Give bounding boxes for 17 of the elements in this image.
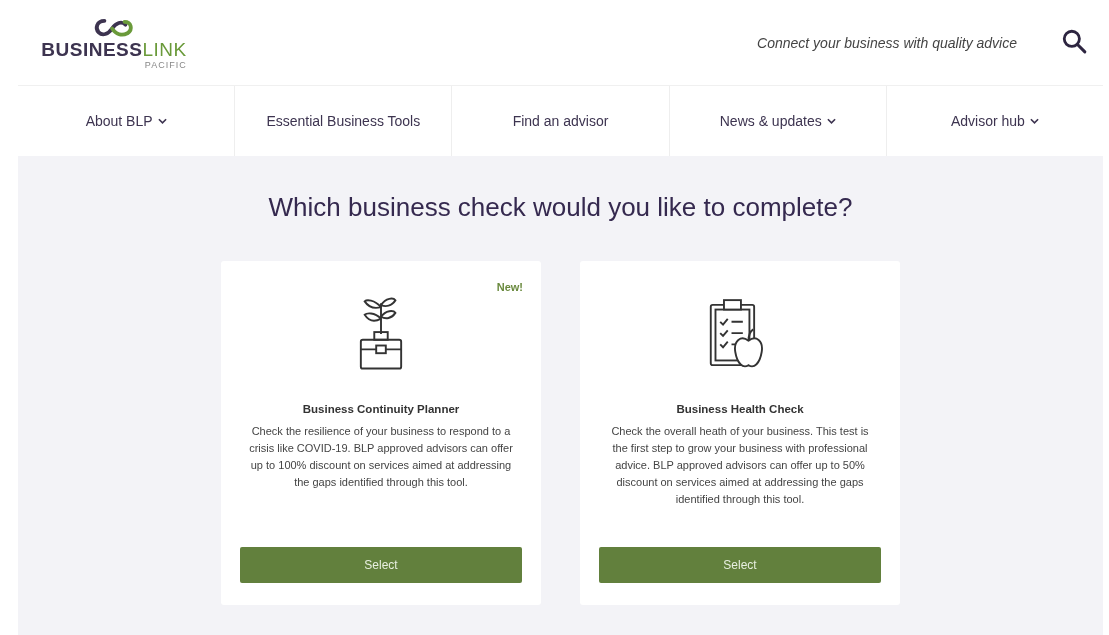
chevron-down-icon xyxy=(157,118,167,124)
chevron-down-icon xyxy=(826,118,836,124)
plant-briefcase-icon xyxy=(357,295,405,373)
card-description: Check the resilience of your business to respond to a crisis like COVID-19. BLP approved advisors can offer up to 100% discount on services aimed at addressing the gaps identified through this tool. xyxy=(248,424,514,490)
search-icon[interactable] xyxy=(1061,27,1087,54)
select-button[interactable]: Select xyxy=(599,547,881,583)
logo-wordmark: BUSINESSLINK xyxy=(41,40,187,60)
logo-subtitle: PACIFIC xyxy=(144,60,187,70)
new-label: New! xyxy=(496,281,523,293)
card-title: Business Health Check xyxy=(676,403,804,415)
nav-link[interactable]: About BLP xyxy=(18,86,235,156)
card-title: Business Continuity Planner xyxy=(302,403,460,415)
select-button[interactable]: Select xyxy=(240,547,522,583)
chevron-down-icon xyxy=(1029,118,1039,124)
page-heading: Which business check would you like to complete? xyxy=(268,192,853,223)
card-description: Check the overall heath of your business. This test is the first step to grow your business with professional advice. BLP approved advisors can offer up to 50% discount on services aimed at addressing the gaps identified through this tool. xyxy=(610,424,870,507)
tagline: Connect your business with quality advice xyxy=(757,34,1017,51)
